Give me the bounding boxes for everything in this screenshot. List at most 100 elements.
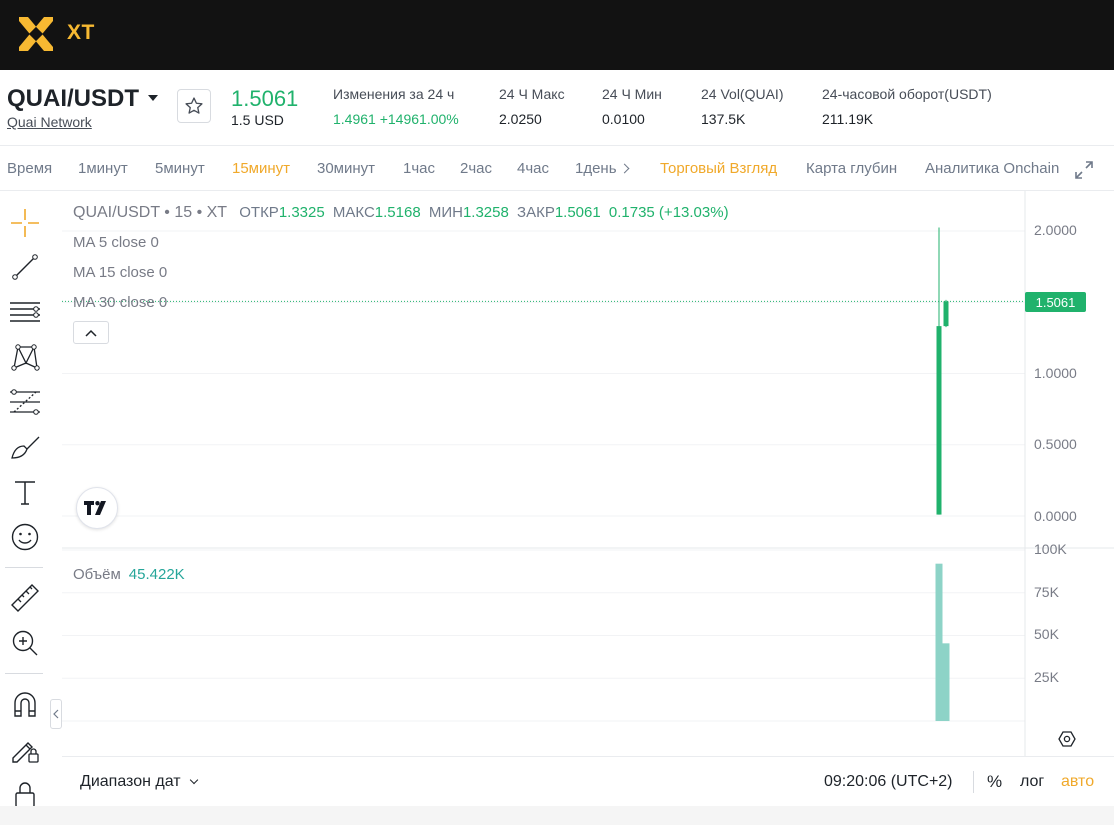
trendline-icon (12, 254, 38, 280)
tab-interval-1m[interactable]: 1минут (78, 160, 128, 177)
zoom-tool[interactable] (8, 626, 42, 660)
stat-label: 24-часовой оборот(USDT) (822, 86, 992, 102)
settings-gear-icon[interactable] (1058, 730, 1076, 748)
fibonacci-icon (10, 389, 40, 415)
ruler-tool[interactable] (8, 581, 42, 615)
ma5-legend[interactable]: MA 5 close 0 (73, 234, 159, 251)
emoji-tool[interactable] (8, 520, 42, 554)
favorite-button[interactable] (177, 89, 211, 123)
tab-interval-1d-label: 1день (575, 160, 617, 177)
stat-24h-low: 24 Ч Мин 0.0100 (602, 86, 662, 127)
tab-depth-chart[interactable]: Карта глубин (806, 160, 897, 177)
log-scale-toggle[interactable]: лог (1020, 773, 1044, 791)
chevron-up-icon (85, 329, 97, 337)
tab-interval-4h[interactable]: 4час (517, 160, 549, 177)
volume-tick: 100K (1034, 541, 1067, 557)
chart-canvas[interactable] (62, 191, 1114, 756)
legend-high-value: 1.5168 (374, 204, 421, 221)
price-chart[interactable]: QUAI/USDT • 15 • XT ОТКР1.3325 МАКС1.516… (62, 191, 1114, 756)
brush-tool[interactable] (8, 430, 42, 464)
star-icon (185, 97, 203, 114)
auto-scale-toggle[interactable]: авто (1061, 773, 1094, 791)
legend-close-label: ЗАКР (517, 204, 555, 221)
divider (973, 771, 974, 793)
volume-tick: 50K (1034, 626, 1059, 642)
date-range-selector[interactable]: Диапазон дат (80, 773, 198, 791)
volume-label: Объём (73, 566, 121, 583)
stat-value: 0.0100 (602, 111, 645, 127)
ohlc-legend: QUAI/USDT • 15 • XT ОТКР1.3325 МАКС1.516… (73, 204, 729, 222)
stat-24h-volume: 24 Vol(QUAI) 137.5K (701, 86, 783, 127)
chevron-down-icon (189, 775, 198, 785)
fib-tool[interactable] (8, 385, 42, 419)
candle-body (936, 326, 942, 515)
clock-timezone[interactable]: 09:20:06 (UTC+2) (824, 773, 953, 791)
magnet-tool[interactable] (8, 687, 42, 721)
legend-change: 0.1735 (+13.03%) (608, 204, 729, 221)
ticker-bar: QUAI/USDT Quai Network 1.5061 1.5 USD Из… (0, 70, 1114, 145)
caret-down-icon[interactable] (148, 95, 158, 101)
tab-interval-5m[interactable]: 5минут (155, 160, 205, 177)
percent-scale-toggle[interactable]: % (987, 772, 1002, 792)
xt-logo[interactable] (16, 14, 56, 54)
horizontal-lines-tool[interactable] (8, 295, 42, 329)
crosshair-tool[interactable] (8, 206, 42, 240)
stat-value: 2.0250 (499, 111, 542, 127)
text-icon (15, 481, 35, 505)
pair-selector[interactable]: QUAI/USDT (7, 85, 139, 113)
top-header: XT (0, 0, 1114, 70)
tab-interval-2h[interactable]: 2час (460, 160, 492, 177)
tab-interval-30m[interactable]: 30минут (317, 160, 375, 177)
legend-high-label: МАКС (332, 204, 375, 221)
lock-icon (15, 782, 35, 808)
magnet-icon (14, 692, 36, 717)
logo-text: XT (67, 21, 95, 44)
volume-legend: Объём 45.422K (73, 566, 185, 583)
tradingview-logo[interactable] (76, 487, 118, 529)
tab-interval-15m[interactable]: 15минут (232, 160, 290, 177)
volume-value: 45.422K (128, 566, 185, 583)
drawing-tools (0, 191, 50, 811)
stat-value: 211.19K (822, 111, 874, 127)
expand-icon[interactable] (1074, 160, 1094, 180)
legend-low-value: 1.3258 (462, 204, 509, 221)
tab-trading-view[interactable]: Торговый Взгляд (660, 160, 777, 177)
pattern-tool[interactable] (8, 340, 42, 374)
tab-interval-1h[interactable]: 1час (403, 160, 435, 177)
tradingview-icon (84, 501, 106, 515)
trendline-tool[interactable] (8, 250, 42, 284)
volume-bar (935, 563, 943, 721)
smiley-icon (11, 523, 39, 551)
toolbar-collapse-handle[interactable] (50, 699, 62, 729)
lock-drawing-tool[interactable] (8, 732, 42, 766)
candle-body (943, 301, 949, 327)
tab-onchain-analytics[interactable]: Аналитика Onchain (925, 160, 1059, 177)
zoom-in-icon (12, 630, 38, 656)
horizontal-lines-icon (10, 302, 40, 322)
price-tick: 0.5000 (1034, 436, 1077, 452)
ma15-legend[interactable]: MA 15 close 0 (73, 264, 167, 281)
date-range-label: Диапазон дат (80, 773, 181, 790)
tab-time[interactable]: Время (7, 160, 52, 177)
pencil-lock-icon (12, 742, 39, 763)
ruler-icon (11, 584, 39, 612)
ma30-legend[interactable]: MA 30 close 0 (73, 294, 167, 311)
price-tick: 0.0000 (1034, 508, 1077, 524)
chart-toolbar: Время 1минут 5минут 15минут 30минут 1час… (0, 145, 1114, 191)
stat-label: 24 Ч Мин (602, 86, 662, 102)
stat-value: 137.5K (701, 111, 746, 127)
tool-divider (5, 673, 43, 674)
stat-24h-high: 24 Ч Макс 2.0250 (499, 86, 565, 127)
stat-24h-change: Изменения за 24 ч 1.4961 +14961.00% (333, 86, 459, 127)
stat-label: Изменения за 24 ч (333, 86, 455, 102)
tab-interval-1d[interactable]: 1день (575, 160, 629, 177)
stat-label: 24 Ч Макс (499, 86, 565, 102)
volume-bar (942, 643, 950, 721)
text-tool[interactable] (8, 475, 42, 509)
chevron-right-icon (619, 163, 629, 174)
collapse-legend-button[interactable] (73, 321, 109, 344)
pattern-icon (11, 344, 40, 371)
legend-close-value: 1.5061 (554, 204, 601, 221)
current-price-label: 1.5061 (1025, 292, 1086, 312)
network-link[interactable]: Quai Network (7, 114, 92, 130)
